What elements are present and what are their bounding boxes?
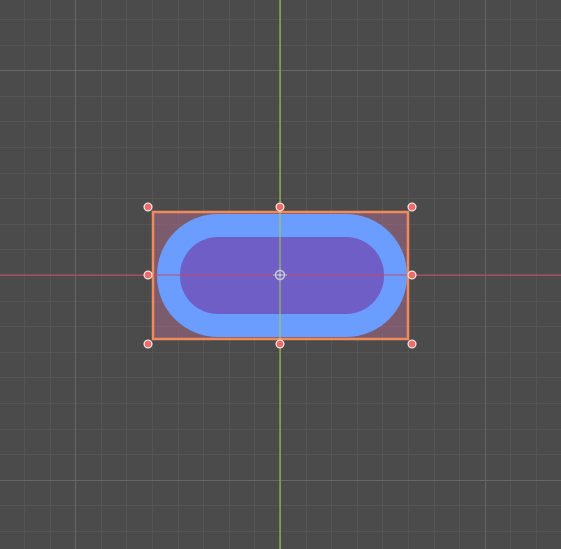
selected-node[interactable] [143,202,417,349]
resize-handle-bottom-left[interactable] [143,339,153,349]
resize-handle-top[interactable] [275,202,285,212]
resize-handle-bottom-right[interactable] [407,339,417,349]
canvas-viewport[interactable] [0,0,561,549]
canvas-svg[interactable] [0,0,561,549]
resize-handle-top-right[interactable] [407,202,417,212]
resize-handle-right[interactable] [407,270,417,280]
resize-handle-left[interactable] [143,270,153,280]
resize-handle-bottom[interactable] [275,339,285,349]
resize-handle-top-left[interactable] [143,202,153,212]
